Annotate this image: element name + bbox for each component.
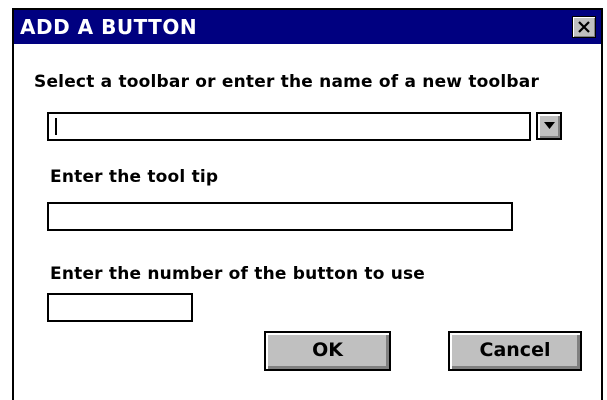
close-button[interactable] <box>572 16 596 38</box>
cancel-button[interactable]: Cancel <box>448 331 582 371</box>
dialog-title: ADD A BUTTON <box>20 15 198 39</box>
tooltip-input[interactable] <box>47 202 513 231</box>
add-button-dialog: ADD A BUTTON Select a toolbar or enter t… <box>12 8 603 400</box>
toolbar-combo-input[interactable] <box>47 112 531 141</box>
text-caret <box>55 118 57 135</box>
toolbar-dropdown-button[interactable] <box>536 112 562 140</box>
title-bar[interactable]: ADD A BUTTON <box>14 10 601 44</box>
button-number-label: Enter the number of the button to use <box>50 264 426 284</box>
close-x-icon <box>578 21 590 33</box>
triangle-down-icon <box>544 122 555 129</box>
button-number-input[interactable] <box>47 293 193 322</box>
tooltip-label: Enter the tool tip <box>50 167 219 187</box>
toolbar-select-label: Select a toolbar or enter the name of a … <box>34 72 540 92</box>
ok-button[interactable]: OK <box>264 331 391 371</box>
